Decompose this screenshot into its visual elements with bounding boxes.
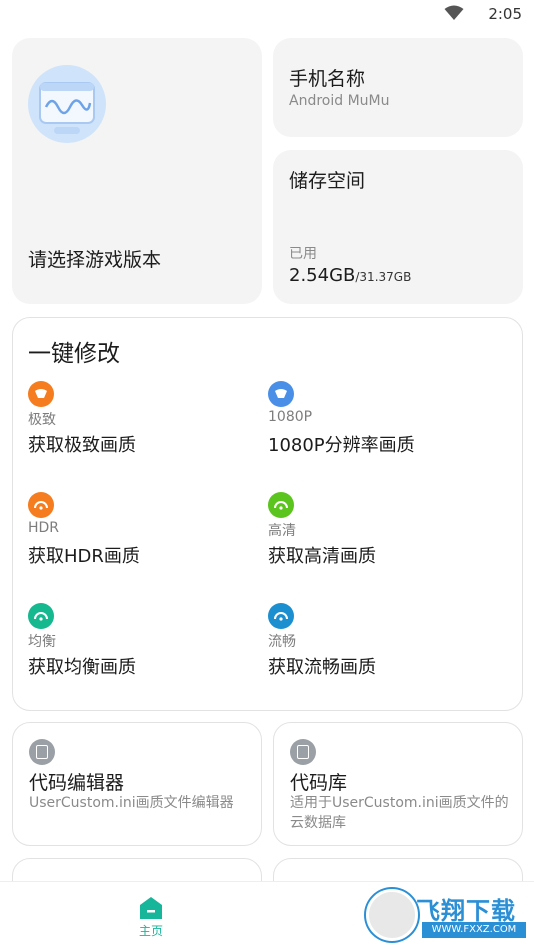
storage-value: 2.54GB/31.37GB	[289, 265, 411, 286]
watermark-text: 飞翔下载	[416, 897, 516, 925]
option-name: 获取极致画质	[28, 435, 136, 456]
home-icon	[140, 897, 162, 919]
speedometer-icon	[28, 381, 54, 407]
phone-name-card: 手机名称 Android MuMu	[273, 38, 523, 137]
storage-card: 储存空间 已用 2.54GB/31.37GB	[273, 150, 523, 304]
phone-name-value: Android MuMu	[289, 93, 390, 109]
option-name: 获取高清画质	[268, 546, 376, 567]
code-editor-title: 代码编辑器	[29, 772, 125, 794]
option-1080p[interactable]: 1080P 1080P分辨率画质	[268, 381, 508, 465]
storage-title: 储存空间	[289, 170, 366, 192]
option-tag: 极致	[28, 412, 56, 428]
storage-total: /31.37GB	[355, 270, 412, 284]
option-name: 获取HDR画质	[28, 546, 140, 567]
option-balanced[interactable]: 均衡 获取均衡画质	[28, 603, 268, 687]
speedometer-icon	[268, 381, 294, 407]
quick-modify-title: 一键修改	[28, 341, 120, 367]
gauge-icon	[268, 603, 294, 629]
phone-name-title: 手机名称	[289, 68, 366, 90]
option-tag: HDR	[28, 520, 60, 536]
option-hdr[interactable]: HDR 获取HDR画质	[28, 492, 268, 576]
option-smooth[interactable]: 流畅 获取流畅画质	[268, 603, 508, 687]
code-editor-card[interactable]: 代码编辑器 UserCustom.ini画质文件编辑器	[12, 722, 262, 846]
option-tag: 高清	[268, 523, 296, 539]
option-tag: 均衡	[28, 634, 56, 650]
file-e-icon	[29, 739, 55, 765]
watermark: 飞翔下载 WWW.FXXZ.COM	[366, 889, 530, 941]
code-editor-desc: UserCustom.ini画质文件编辑器	[29, 795, 234, 811]
status-bar: 2:05	[0, 0, 534, 30]
code-library-title: 代码库	[290, 772, 348, 794]
storage-used: 2.54GB	[289, 265, 356, 286]
quick-modify-card: 一键修改 极致 获取极致画质 1080P 1080P分辨率画质 HDR 获取HD…	[12, 317, 523, 711]
storage-used-label: 已用	[289, 246, 317, 262]
option-name: 获取均衡画质	[28, 657, 136, 678]
game-version-card[interactable]: 请选择游戏版本	[12, 38, 262, 304]
watermark-logo	[366, 889, 418, 941]
game-illustration-icon	[28, 65, 106, 143]
code-library-desc: 适用于UserCustom.ini画质文件的云数据库	[290, 795, 509, 831]
watermark-url: WWW.FXXZ.COM	[422, 922, 526, 938]
option-name: 1080P分辨率画质	[268, 435, 415, 456]
option-tag: 1080P	[268, 409, 313, 425]
nav-home-label: 主页	[138, 924, 163, 938]
option-ultra[interactable]: 极致 获取极致画质	[28, 381, 268, 465]
option-hd[interactable]: 高清 获取高清画质	[268, 492, 508, 576]
option-name: 获取流畅画质	[268, 657, 376, 678]
status-time: 2:05	[488, 5, 522, 23]
game-version-label: 请选择游戏版本	[28, 249, 162, 271]
option-tag: 流畅	[268, 634, 296, 650]
nav-home[interactable]: 主页	[126, 894, 176, 944]
gauge-icon	[268, 492, 294, 518]
gauge-icon	[28, 603, 54, 629]
wifi-icon	[444, 5, 464, 20]
gauge-icon	[28, 492, 54, 518]
code-library-card[interactable]: 代码库 适用于UserCustom.ini画质文件的云数据库	[273, 722, 523, 846]
file-w-icon	[290, 739, 316, 765]
